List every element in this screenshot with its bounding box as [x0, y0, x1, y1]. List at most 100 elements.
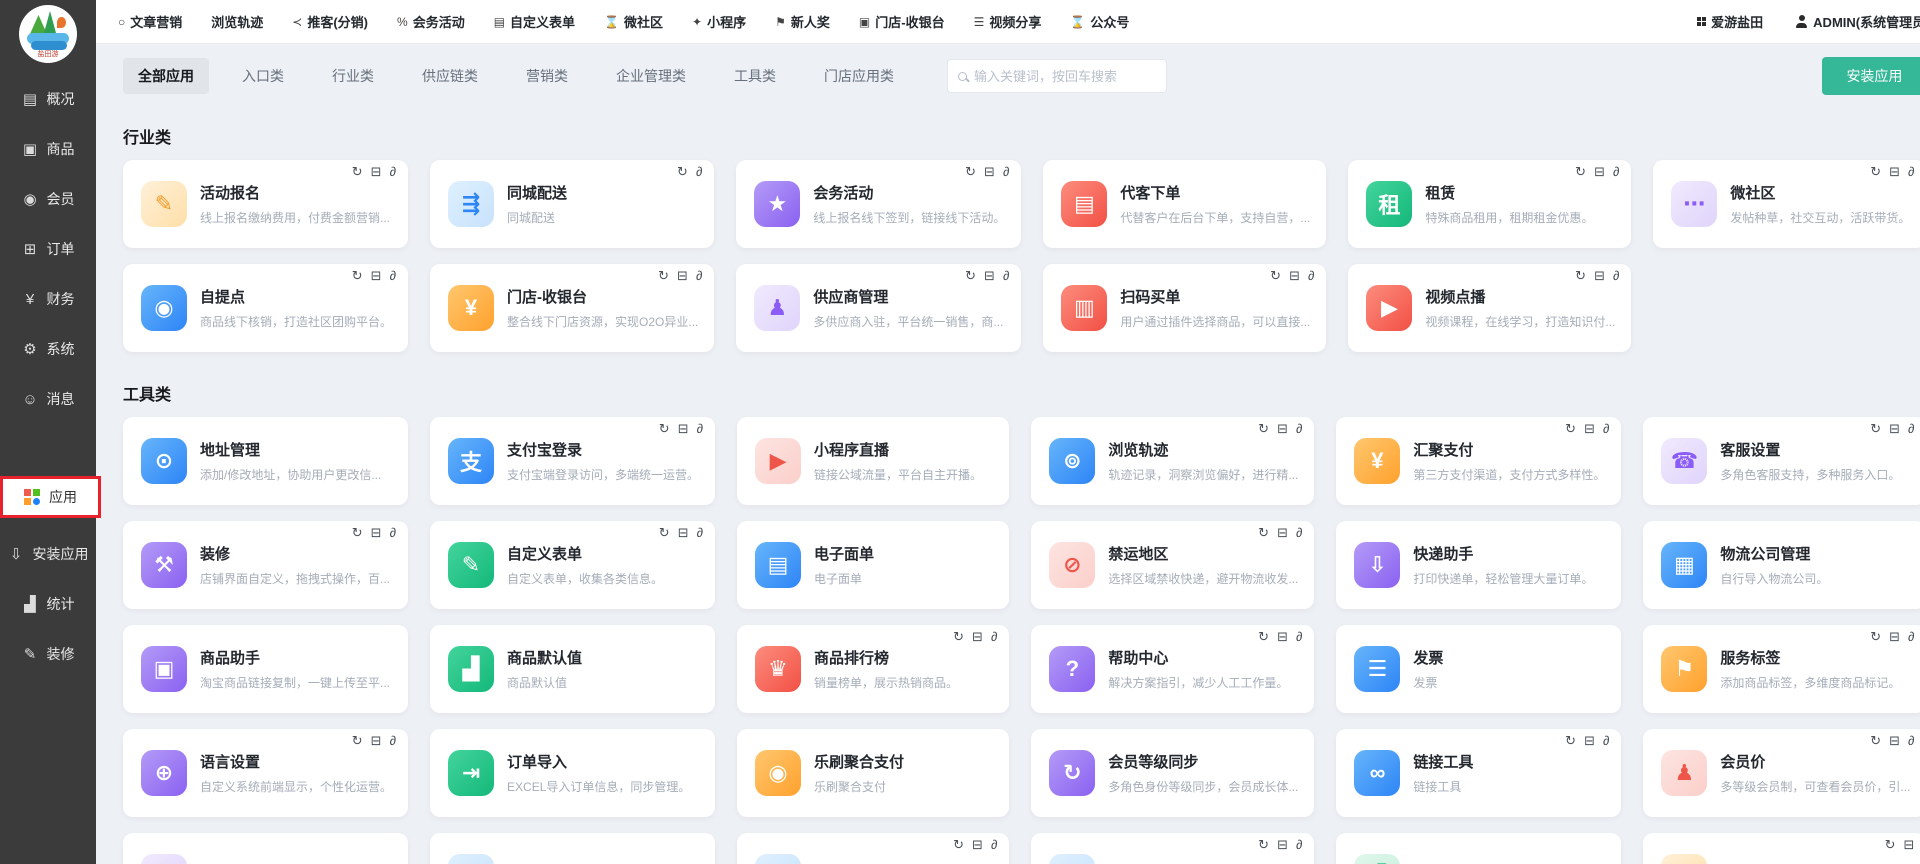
app-card[interactable]: ▦ 物流公司管理 自行导入物流公司。 [1643, 521, 1920, 609]
update-icon[interactable]: ↻ [1870, 734, 1881, 747]
update-icon[interactable]: ↻ [352, 165, 363, 178]
app-card[interactable]: ↻ 会员等级同步 多角色身份等级同步，会员成长体... [1031, 729, 1314, 817]
update-icon[interactable]: ↻ [659, 526, 670, 539]
app-card[interactable]: ↻⊟∂ ⚑ 服务标签 添加商品标签，多维度商品标记。 [1643, 625, 1920, 713]
app-card[interactable]: ↻⊟ ∞ 短链接生成 [1643, 833, 1920, 864]
update-icon[interactable]: ↻ [1575, 165, 1586, 178]
update-icon[interactable]: ↻ [1258, 526, 1269, 539]
link-icon[interactable]: ∂ [1296, 422, 1302, 435]
link-icon[interactable]: ∂ [1908, 630, 1914, 643]
app-card[interactable]: ⊟ 多打印机 [123, 833, 408, 864]
update-icon[interactable]: ↻ [953, 630, 964, 643]
printer-icon[interactable]: ⊟ [1889, 165, 1900, 178]
category-tab[interactable]: 营销类 [511, 58, 583, 94]
link-icon[interactable]: ∂ [390, 269, 396, 282]
app-card[interactable]: ↻⊟∂ ⊟ 打印机 [737, 833, 1009, 864]
app-card[interactable]: ↻⊟∂ ◉ 自提点 商品线下核销，打造社区团购平台。 [123, 264, 408, 352]
app-card[interactable]: ↻⊟∂ ▥ 扫码买单 用户通过插件选择商品，可以直接... [1043, 264, 1326, 352]
nav-item[interactable]: ≺ 推客(分销) [292, 12, 368, 31]
link-icon[interactable]: ∂ [696, 165, 702, 178]
app-card[interactable]: ↻⊟∂ ☎ 客服设置 多角色客服支持，多种服务入口。 [1643, 417, 1920, 505]
app-card[interactable]: ↻⊟∂ 租 租赁 特殊商品租用，租期租金优惠。 [1348, 160, 1631, 248]
app-card[interactable]: ↻⊟∂ ♛ 商品排行榜 销量榜单，展示热销商品。 [737, 625, 1009, 713]
app-card[interactable]: ↻⊟∂ ⊘ 禁运地区 选择区域禁收快递，避开物流收发... [1031, 521, 1314, 609]
app-card[interactable]: ↻⊟∂ ♟ 供应商管理 多供应商入驻，平台统一销售，商... [736, 264, 1021, 352]
app-card[interactable]: ↻⊟∂ ⌂ 店铺助手 [1031, 833, 1314, 864]
link-icon[interactable]: ∂ [1908, 165, 1914, 178]
nav-item[interactable]: ⌛ 微社区 [604, 12, 663, 31]
update-icon[interactable]: ↻ [1565, 422, 1576, 435]
printer-icon[interactable]: ⊟ [1277, 630, 1288, 643]
app-card[interactable]: ▶ 小程序直播 链接公域流量，平台自主开播。 [737, 417, 1009, 505]
app-card[interactable]: ▣ 商品助手 淘宝商品链接复制，一键上传至平... [123, 625, 408, 713]
printer-icon[interactable]: ⊟ [1584, 422, 1595, 435]
update-icon[interactable]: ↻ [953, 838, 964, 851]
update-icon[interactable]: ↻ [1258, 838, 1269, 851]
link-icon[interactable]: ∂ [1908, 422, 1914, 435]
link-icon[interactable]: ∂ [1603, 422, 1609, 435]
printer-icon[interactable]: ⊟ [1277, 526, 1288, 539]
sidebar-item[interactable]: ⇩ 安装应用 [8, 540, 89, 568]
printer-icon[interactable]: ⊟ [1584, 734, 1595, 747]
app-card[interactable]: ↻∂ ⇶ 同城配送 同城配送 [430, 160, 714, 248]
category-tab[interactable]: 行业类 [317, 58, 389, 94]
link-icon[interactable]: ∂ [1296, 630, 1302, 643]
update-icon[interactable]: ↻ [677, 165, 688, 178]
update-icon[interactable]: ↻ [965, 165, 976, 178]
update-icon[interactable]: ↻ [658, 269, 669, 282]
update-icon[interactable]: ↻ [965, 269, 976, 282]
printer-icon[interactable]: ⊟ [371, 165, 382, 178]
nav-item[interactable]: ✦ 小程序 [692, 12, 746, 31]
search-input[interactable] [974, 69, 1156, 84]
printer-icon[interactable]: ⊟ [678, 422, 689, 435]
update-icon[interactable]: ↻ [352, 269, 363, 282]
link-icon[interactable]: ∂ [1908, 734, 1914, 747]
link-icon[interactable]: ∂ [1003, 269, 1009, 282]
app-card[interactable]: ↻⊟∂ ⚒ 装修 店铺界面自定义，拖拽式操作，百... [123, 521, 408, 609]
sidebar-item[interactable]: ▟ 统计 [22, 590, 75, 618]
link-icon[interactable]: ∂ [1308, 269, 1314, 282]
app-card[interactable]: ↻⊟∂ ✎ 自定义表单 自定义表单，收集各类信息。 [430, 521, 715, 609]
admin-menu[interactable]: ADMIN(系统管理员) [1795, 12, 1920, 31]
link-icon[interactable]: ∂ [390, 165, 396, 178]
app-card[interactable]: ↻⊟∂ ✎ 活动报名 线上报名缴纳费用，付费金额营销... [123, 160, 408, 248]
app-card[interactable]: ⇩ 快递助手 打印快递单，轻松管理大量订单。 [1336, 521, 1621, 609]
nav-item[interactable]: 浏览轨迹 [211, 12, 263, 31]
app-card[interactable]: ▟ 商品默认值 商品默认值 [430, 625, 715, 713]
category-tab[interactable]: 门店应用类 [809, 58, 909, 94]
sidebar-item[interactable]: ☺ 消息 [22, 385, 75, 413]
update-icon[interactable]: ↻ [1258, 630, 1269, 643]
app-card[interactable]: ▤ 代客下单 代替客户在后台下单，支持自营，... [1043, 160, 1326, 248]
app-card[interactable]: ☰ 发票 发票 [1336, 625, 1621, 713]
printer-icon[interactable]: ⊟ [677, 269, 688, 282]
printer-icon[interactable]: ⊟ [1904, 838, 1915, 851]
link-icon[interactable]: ∂ [697, 422, 703, 435]
printer-icon[interactable]: ⊟ [1594, 269, 1605, 282]
category-tab[interactable]: 企业管理类 [601, 58, 701, 94]
nav-item[interactable]: ☰ 视频分享 [974, 12, 1042, 31]
app-card[interactable]: ↻⊟∂ ¥ 门店-收银台 整合线下门店资源，实现O2O异业... [430, 264, 714, 352]
app-card[interactable]: ⊙ 地址管理 添加/修改地址，协助用户更改信... [123, 417, 408, 505]
category-tab[interactable]: 全部应用 [123, 58, 209, 94]
update-icon[interactable]: ↻ [1575, 269, 1586, 282]
link-icon[interactable]: ∂ [390, 526, 396, 539]
nav-item[interactable]: % 会务活动 [397, 12, 465, 31]
install-app-button[interactable]: 安装应用 [1822, 57, 1920, 95]
printer-icon[interactable]: ⊟ [1889, 734, 1900, 747]
link-icon[interactable]: ∂ [696, 269, 702, 282]
update-icon[interactable]: ↻ [1870, 422, 1881, 435]
sidebar-item[interactable]: ⊞ 订单 [22, 235, 75, 263]
app-card[interactable]: ↻⊟∂ 支 支付宝登录 支付宝端登录访问，多端统一运营。 [430, 417, 715, 505]
printer-icon[interactable]: ⊟ [972, 838, 983, 851]
app-card[interactable]: ↻⊟∂ ⊕ 语言设置 自定义系统前端显示，个性化运营。 [123, 729, 408, 817]
app-card[interactable]: ↻⊟∂ ⋯ 微社区 发帖种草，社交互动，活跃带货。 [1653, 160, 1920, 248]
app-card[interactable]: ↻⊟∂ ♟ 会员价 多等级会员制，可查看会员价，引... [1643, 729, 1920, 817]
update-icon[interactable]: ↻ [1885, 838, 1896, 851]
category-tab[interactable]: 工具类 [719, 58, 791, 94]
link-icon[interactable]: ∂ [1296, 838, 1302, 851]
shop-switcher[interactable]: 爱游盐田 [1697, 12, 1764, 31]
app-card[interactable]: ↻⊟∂ ∞ 链接工具 链接工具 [1336, 729, 1621, 817]
printer-icon[interactable]: ⊟ [972, 630, 983, 643]
update-icon[interactable]: ↻ [352, 734, 363, 747]
app-card[interactable]: ↻⊟∂ ▶ 视频点播 视频课程，在线学习，打造知识付... [1348, 264, 1631, 352]
